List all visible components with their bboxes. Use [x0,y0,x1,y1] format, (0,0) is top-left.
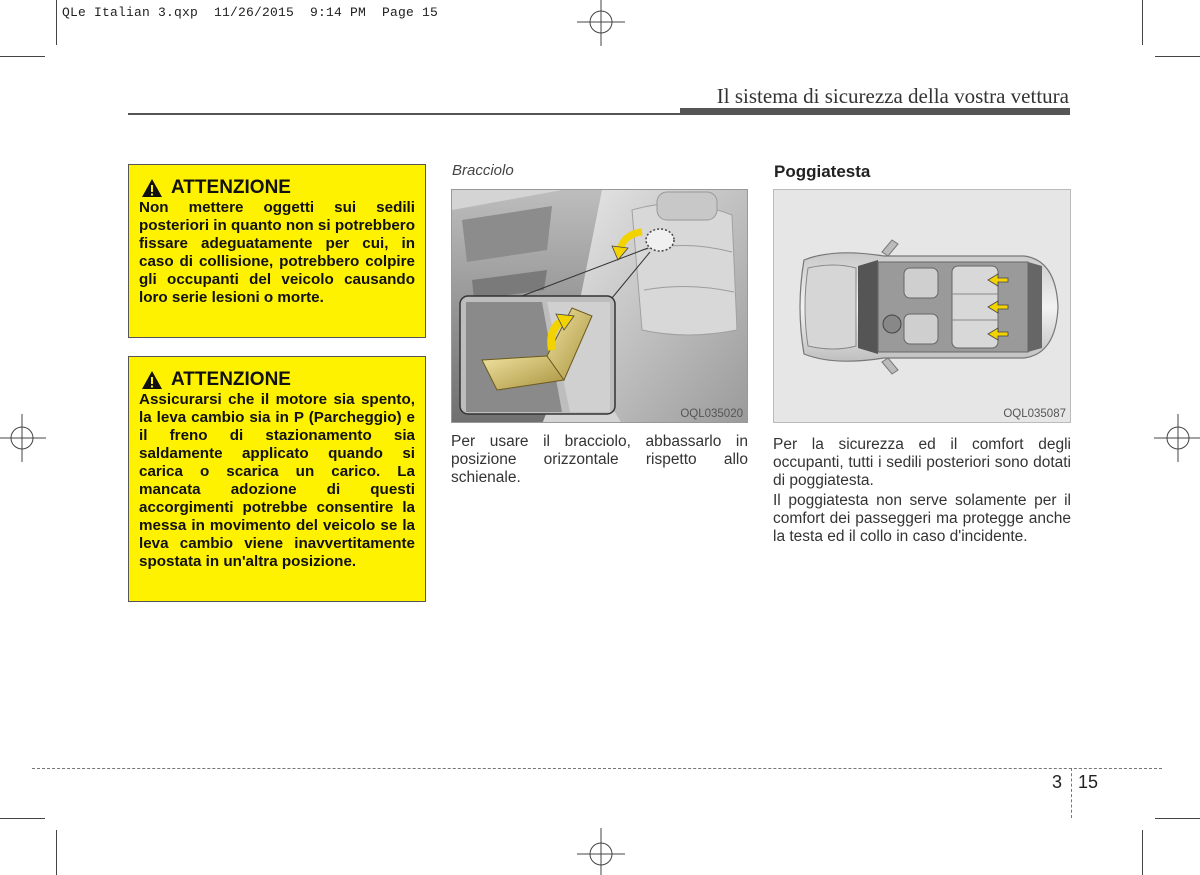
poggiatesta-text-2: Il poggiatesta non serve solamente per i… [773,492,1071,545]
poggiatesta-text-1: Per la sicurezza ed il comfort degli occ… [773,436,1071,489]
warning-box-1: ATTENZIONE Non mettere oggetti sui sedil… [128,164,426,338]
figure-code: OQL035020 [680,408,743,420]
warning-heading: ATTENZIONE [171,177,291,198]
warning-text: Non mettere oggetti sui sedili posterior… [139,199,415,306]
warning-box-2: ATTENZIONE Assicurarsi che il motore sia… [128,356,426,602]
slug-line: QLe Italian 3.qxp 11/26/2015 9:14 PM Pag… [62,5,439,20]
registration-mark-top [577,0,625,46]
warning-triangle-icon [142,179,162,197]
page-number: 15 [1078,772,1099,792]
footer-rule [32,768,1162,769]
headrest-figure: OQL035087 [773,189,1071,423]
page-header-title: Il sistema di sicurezza della vostra vet… [716,84,1069,108]
car-top-view-illustration [774,190,1070,422]
page-number-separator [1071,768,1072,818]
warning-triangle-icon [142,371,162,389]
section-heading-bracciolo: Bracciolo [452,162,514,179]
registration-mark-left [0,414,46,462]
chapter-number: 3 [1052,772,1063,792]
warning-text: Assicurarsi che il motore sia spento, la… [139,391,415,570]
header-rule-thin [128,113,680,115]
registration-mark-bottom [577,828,625,875]
armrest-illustration [452,190,747,422]
bracciolo-text: Per usare il bracciolo, abbassarlo in po… [451,433,748,486]
armrest-figure: OQL035020 [451,189,748,423]
header-rule-thick [680,108,1070,115]
warning-heading: ATTENZIONE [171,369,291,390]
figure-code: OQL035087 [1003,408,1066,420]
registration-mark-right [1154,414,1200,462]
section-heading-poggiatesta: Poggiatesta [774,162,871,181]
